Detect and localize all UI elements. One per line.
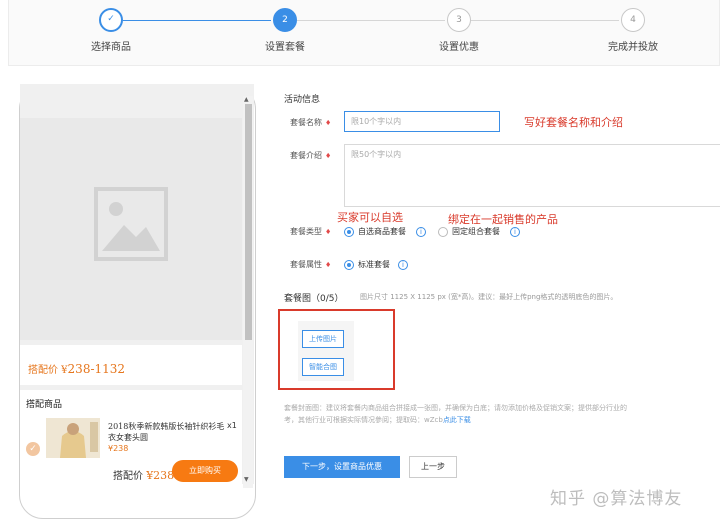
- step-2-indicator: 2: [273, 8, 297, 32]
- step-connector: [471, 20, 619, 21]
- required-marker-icon: ♦: [325, 261, 332, 269]
- total-price: 搭配价 ¥238: [113, 467, 174, 482]
- package-intro-label: 套餐介绍 ♦: [290, 150, 331, 161]
- scroll-up-icon[interactable]: ▲: [244, 96, 249, 103]
- info-icon[interactable]: i: [416, 227, 426, 237]
- image-placeholder-icon: [94, 187, 168, 261]
- package-type-label-text: 套餐类型: [290, 227, 322, 236]
- combo-price-range: 搭配价 ¥238-1132: [28, 361, 125, 376]
- info-icon[interactable]: i: [398, 260, 408, 270]
- required-marker-icon: ♦: [325, 119, 332, 127]
- package-attr-label-text: 套餐属性: [290, 260, 322, 269]
- step-connector: [297, 20, 445, 21]
- scroll-down-icon[interactable]: ▼: [244, 476, 249, 483]
- step-4-indicator: 4: [621, 8, 645, 32]
- product-select-check-icon[interactable]: ✓: [26, 442, 40, 456]
- type-radio-fixed[interactable]: [438, 227, 448, 237]
- package-name-label: 套餐名称 ♦: [290, 117, 331, 128]
- package-attr-label: 套餐属性 ♦: [290, 259, 331, 270]
- section-title-activity-info: 活动信息: [284, 95, 321, 105]
- download-link[interactable]: 点此下载: [443, 416, 471, 424]
- package-type-label: 套餐类型 ♦: [290, 226, 331, 237]
- step-3-indicator: 3: [447, 8, 471, 32]
- description-line-1: 套餐封面图：建议将套餐内商品组合拼接成一张图，并确保为白底；请勿添加价格及促销文…: [284, 404, 627, 412]
- preview-scroll-thumb[interactable]: [245, 104, 252, 340]
- required-marker-icon: ♦: [325, 152, 332, 160]
- cover-image-description: 套餐封面图：建议将套餐内商品组合拼接成一张图，并确保为白底；请勿添加价格及促销文…: [284, 402, 720, 426]
- price-prefix: 搭配价 ¥: [28, 365, 68, 376]
- type-option-fixed-label[interactable]: 固定组合套餐: [452, 226, 500, 237]
- annotation-name-intro: 写好套餐名称和介绍: [524, 116, 623, 129]
- annotation-buyer-choice: 买家可以自选: [337, 211, 403, 224]
- product-quantity: x1: [227, 421, 237, 430]
- description-line-2-text: 考，其他行业可根据实际情况參阅；提取码：wZcb: [284, 416, 443, 424]
- watermark: 知乎 @算法博友: [550, 489, 683, 509]
- total-price-value: ¥238: [146, 469, 175, 482]
- combo-products-title: 搭配商品: [26, 400, 63, 410]
- package-intro-textarea[interactable]: 限50个字以内: [344, 144, 720, 207]
- required-marker-icon: ♦: [325, 228, 332, 236]
- attr-radio-standard[interactable]: [344, 260, 354, 270]
- description-line-2: 考，其他行业可根据实际情况參阅；提取码：wZcb点此下载: [284, 414, 720, 426]
- package-image-hint: 图片尺寸 1125 X 1125 px (宽*高)。建议：最好上传png格式的透…: [360, 293, 618, 301]
- product-price: ¥238: [108, 444, 129, 453]
- step-1-label: 选择商品: [91, 42, 131, 53]
- step-3-label: 设置优惠: [439, 42, 479, 53]
- total-price-label: 搭配价: [113, 471, 147, 482]
- package-intro-label-text: 套餐介绍: [290, 151, 322, 160]
- next-step-button[interactable]: 下一步，设置商品优惠: [284, 456, 400, 478]
- step-connector: [123, 20, 271, 21]
- step-1-check-icon: ✓: [99, 8, 123, 32]
- type-radio-optional[interactable]: [344, 227, 354, 237]
- type-option-optional-label[interactable]: 自选商品套餐: [358, 226, 406, 237]
- previous-step-button[interactable]: 上一步: [409, 456, 457, 478]
- step-4-label: 完成并投放: [608, 42, 658, 53]
- buy-now-button[interactable]: 立即购买: [172, 460, 238, 482]
- product-thumbnail: [46, 418, 100, 458]
- package-name-input[interactable]: 限10个字以内: [344, 111, 500, 132]
- price-range-value: 238-1132: [67, 362, 126, 376]
- package-name-label-text: 套餐名称: [290, 118, 322, 127]
- info-icon[interactable]: i: [510, 227, 520, 237]
- product-name: 2018秋季新款韩版长袖针织衫毛衣女套头圆: [108, 422, 225, 442]
- annotation-highlight-box: [278, 309, 395, 390]
- attr-option-standard-label[interactable]: 标准套餐: [358, 259, 390, 270]
- step-2-label: 设置套餐: [265, 42, 305, 53]
- package-image-title: 套餐图（0/5）: [284, 294, 344, 304]
- annotation-bundled: 绑定在一起销售的产品: [448, 213, 558, 226]
